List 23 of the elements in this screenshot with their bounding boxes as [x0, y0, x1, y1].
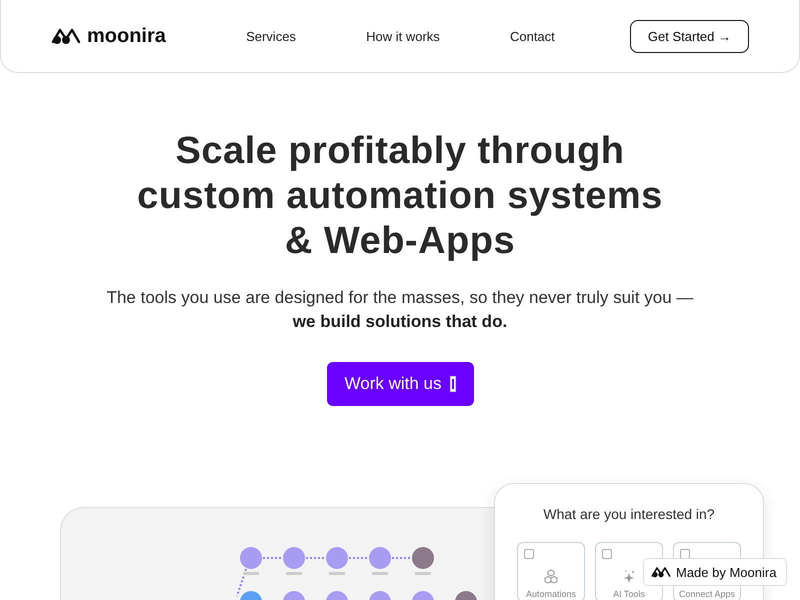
checkbox[interactable]: [602, 549, 612, 559]
option-label: AI Tools: [613, 589, 645, 599]
logo-icon: [51, 27, 81, 45]
made-by-toast[interactable]: Made by Moonira: [643, 558, 788, 586]
nav-link[interactable]: Services: [246, 28, 296, 44]
checkbox[interactable]: [524, 549, 534, 559]
hero-title: custom automation systems: [137, 174, 663, 219]
option-label: Automations: [526, 589, 576, 599]
hero-title: Scale profitably through: [175, 129, 625, 174]
cubes-icon: [543, 569, 559, 585]
work-with-us-button[interactable]: Work with us: [326, 362, 474, 406]
option-label: Connect Apps: [678, 589, 736, 599]
get-started-button[interactable]: Get Started →: [630, 20, 749, 52]
brand-name: moonira: [87, 24, 166, 48]
survey-question: What are you interested in?: [543, 506, 715, 522]
option-card[interactable]: Automations: [517, 542, 585, 600]
nav-link[interactable]: How it works: [366, 28, 440, 44]
hero-subtitle: The tools you use are designed for the masses, so they never truly suit you —: [106, 287, 694, 309]
logo-icon: [651, 566, 671, 578]
hero-subtitle-emphasis: we build solutions that do.: [292, 312, 508, 332]
glyph-icon: [450, 376, 456, 392]
nav-link[interactable]: Contact: [510, 28, 555, 44]
hero-title: & Web-Apps: [284, 219, 516, 264]
